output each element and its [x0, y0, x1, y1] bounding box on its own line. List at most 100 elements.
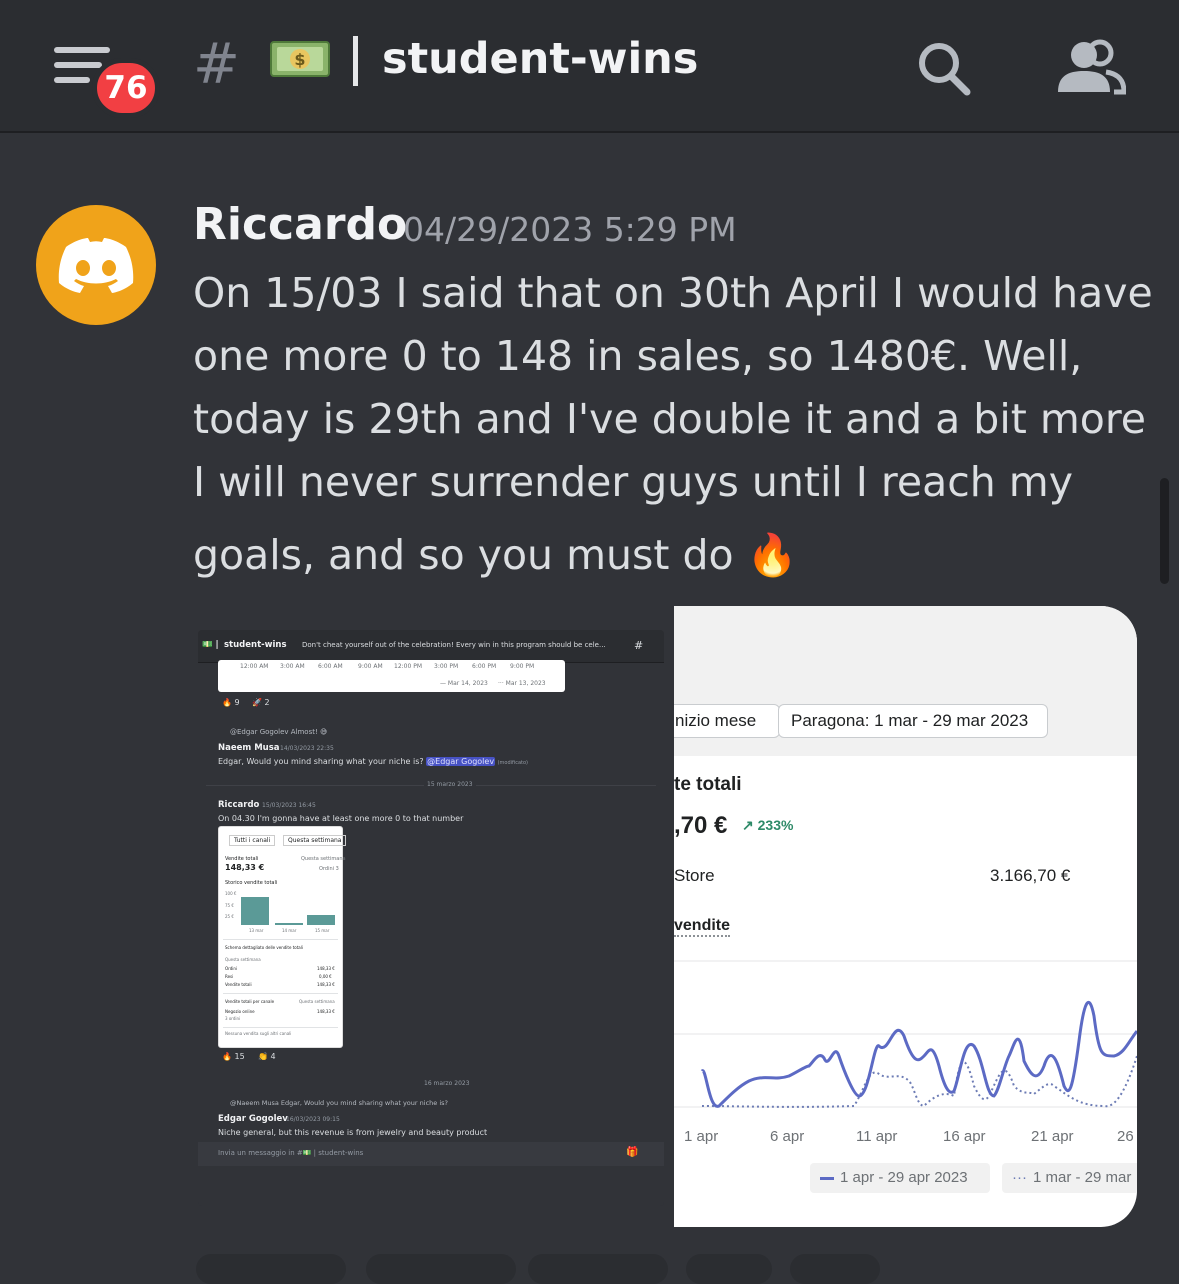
breakdown-period: Questa settimana — [225, 957, 261, 962]
unread-badge: 76 — [92, 58, 160, 118]
card-value: 148,33 € — [225, 863, 265, 872]
sales-line-chart — [674, 960, 1137, 1108]
card-title: Vendite totali — [225, 856, 259, 862]
embedded-sales-card: Tutti i canali Questa settimana Vendite … — [218, 826, 347, 1048]
reaction-pill[interactable] — [528, 1254, 668, 1284]
channel-header: 76 # $ student-wins — [0, 0, 1179, 133]
avatar[interactable] — [36, 205, 156, 325]
channel-sales-value: 148,33 € — [317, 1009, 335, 1014]
embedded-author: Riccardo — [218, 800, 260, 810]
breakdown-value: 148,33 € — [317, 966, 335, 971]
breakdown-title: Schema dettagliato delle vendite totali — [225, 945, 303, 950]
chart-bar — [241, 897, 269, 925]
breakdown-label: Vendite totali — [225, 982, 252, 987]
y-tick: 100 € — [225, 891, 237, 896]
x-tick: 16 apr — [943, 1128, 986, 1145]
x-tick: 6 apr — [770, 1128, 805, 1145]
legend-item: ··· Mar 13, 2023 — [498, 680, 546, 687]
time-tick: 12:00 PM — [394, 663, 422, 670]
discord-logo-icon — [58, 238, 134, 293]
embedded-text: On 04.30 I'm gonna have at least one mor… — [218, 814, 464, 823]
x-tick: 13 mar — [249, 928, 264, 933]
message-line: one more 0 to 148 in sales, so 1480€. We… — [193, 332, 1083, 380]
embedded-filter-button: Tutti i canali — [229, 835, 276, 846]
legend-previous-period: ··· 1 mar - 29 mar — [1002, 1163, 1137, 1193]
member-list-button[interactable] — [1054, 38, 1127, 98]
embedded-text: Edgar, Would you mind sharing what your … — [218, 757, 528, 766]
message-line: I will never surrender guys until I reac… — [193, 458, 1073, 506]
time-tick: 12:00 AM — [240, 663, 269, 670]
message-author[interactable]: Riccardo — [193, 199, 407, 250]
date-range-button: nizio mese — [674, 704, 780, 738]
time-tick: 6:00 PM — [472, 663, 497, 670]
breakdown-value: 148,33 € — [317, 982, 335, 987]
embedded-author: Naeem Musa — [218, 743, 280, 753]
time-tick: 6:00 AM — [318, 663, 343, 670]
legend-current-period: 1 apr - 29 apr 2023 — [810, 1163, 990, 1193]
legend-item: — Mar 14, 2023 — [440, 680, 488, 687]
breakdown-value: 0,00 € — [319, 974, 332, 979]
channel-sales-orders: 3 ordini — [225, 1016, 241, 1021]
y-tick: 75 € — [225, 903, 234, 908]
image-attachment-sales-analytics[interactable]: nizio mese Paragona: 1 mar - 29 mar 2023… — [674, 606, 1137, 1227]
card-footer: Nessuna vendita sugli altri canali — [225, 1031, 292, 1036]
sales-total-value: ,70 € — [674, 812, 728, 839]
message-line: today is 29th and I've double it and a b… — [193, 395, 1147, 443]
time-tick: 9:00 PM — [510, 663, 535, 670]
x-tick: 26 — [1117, 1128, 1134, 1145]
money-emoji-icon: $ — [270, 39, 330, 79]
reply-preview: @Naeem Musa Edgar, Would you mind sharin… — [230, 1099, 448, 1107]
reaction-pill[interactable] — [790, 1254, 880, 1284]
search-button[interactable] — [914, 38, 974, 98]
analytics-toolbar: nizio mese Paragona: 1 mar - 29 mar 2023 — [674, 606, 1137, 756]
channel-sales-title: Vendite totali per canale — [225, 999, 275, 1004]
embedded-text: Niche general, but this revenue is from … — [218, 1128, 488, 1137]
embedded-channel-header: 💵 | student-wins Don't cheat yourself ou… — [198, 630, 664, 663]
menu-icon — [54, 47, 110, 53]
current-period-line — [700, 1000, 1137, 1108]
embedded-time: 15/03/2023 16:45 — [262, 802, 316, 809]
reaction[interactable]: 👏 4 — [258, 1052, 276, 1061]
embedded-input-placeholder: Invia un messaggio in #💵 | student-wins — [218, 1149, 364, 1157]
embedded-topic: Don't cheat yourself out of the celebrat… — [302, 641, 606, 649]
channel-sales-period: Questa settimana — [299, 999, 335, 1004]
chart-bar — [275, 923, 303, 925]
reaction[interactable]: 🔥 9 — [222, 698, 240, 707]
x-tick: 1 apr — [684, 1128, 719, 1145]
reaction-pill[interactable] — [686, 1254, 772, 1284]
time-tick: 3:00 PM — [434, 663, 459, 670]
message-line: goals, and so you must do 🔥 — [193, 531, 798, 579]
breakdown-label: Ordini — [225, 966, 238, 971]
title-separator — [353, 36, 358, 86]
members-icon — [1058, 39, 1127, 95]
reaction-pill[interactable] — [196, 1254, 346, 1284]
x-tick: 11 apr — [856, 1128, 898, 1145]
sales-title: te totali — [674, 774, 742, 795]
embedded-time: 14/03/2023 22:35 — [280, 745, 334, 752]
card-period: Questa settimana — [301, 856, 346, 862]
channel-value: 3.166,70 € — [990, 866, 1071, 885]
embedded-chart-card: 12:00 AM 3:00 AM 6:00 AM 9:00 AM 12:00 P… — [218, 660, 565, 692]
chart-title: Storico vendite totali — [225, 880, 278, 886]
reaction[interactable]: 🔥 15 — [222, 1052, 245, 1061]
channel-title: student-wins — [382, 34, 699, 84]
hamburger-menu-button[interactable]: 76 — [54, 44, 160, 118]
breakdown-label: Resi — [225, 974, 234, 979]
card-orders: Ordini 3 — [319, 866, 339, 872]
message-line: On 15/03 I said that on 30th April I wou… — [193, 269, 1153, 317]
hashtag-icon: # — [193, 32, 240, 97]
embedded-channel-name: student-wins — [224, 640, 287, 650]
reaction-pill[interactable] — [366, 1254, 516, 1284]
reply-preview: @Edgar Gogolev Almost! 😅 — [230, 728, 328, 736]
sales-change-badge: ↗ 233% — [742, 817, 794, 833]
embedded-threads-icon: # — [634, 639, 644, 652]
time-tick: 3:00 AM — [280, 663, 305, 670]
compare-range-button: Paragona: 1 mar - 29 mar 2023 — [778, 704, 1048, 738]
image-attachment-discord-screenshot[interactable]: 💵 | student-wins Don't cheat yourself ou… — [198, 630, 664, 1206]
svg-text:$: $ — [294, 50, 305, 69]
chart-bar — [307, 915, 335, 925]
embedded-money-icon: 💵 | — [202, 640, 219, 650]
scrollbar-thumb[interactable] — [1160, 478, 1169, 584]
reaction[interactable]: 🚀 2 — [252, 698, 270, 707]
embedded-gift-icon: 🎁 — [626, 1147, 639, 1158]
